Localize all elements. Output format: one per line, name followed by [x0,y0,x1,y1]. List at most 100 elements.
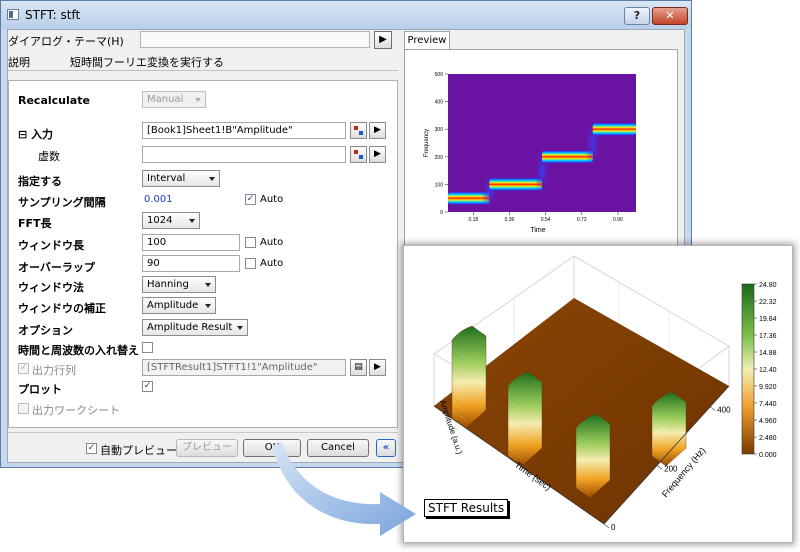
preview-xlabel: Time [530,227,545,234]
x-tick-label: 0.90 [613,217,623,223]
sampling-label: サンプリング間隔 [18,196,106,209]
option-select[interactable]: Amplitude Result [142,319,248,336]
help-button[interactable]: ? [624,7,650,25]
swap-checkbox[interactable] [142,342,153,353]
chevron-down-icon [209,177,215,181]
x-tick-label: 0.54 [541,217,551,223]
output-menu-arrow-icon[interactable]: ▶ [369,359,386,376]
x-tick-label: 0.36 [505,217,515,223]
theme-menu-button[interactable]: ▶ [374,31,392,49]
colorbar-tick-label: 7.440 [759,401,777,408]
colorbar-tick-label: 14.88 [759,350,777,357]
window-length-auto-checkbox[interactable] [245,237,256,248]
option-label: オプション [18,324,73,337]
colorbar-tick-label: 19.84 [759,316,777,323]
overlap-auto-checkbox[interactable] [245,258,256,269]
colorbar [741,283,755,455]
recalculate-value: Manual [147,94,184,105]
column-picker-icon[interactable] [350,122,367,139]
app-icon [7,9,19,20]
window-method-label: ウィンドウ法 [18,281,84,294]
preview-ylabel: Frequency [424,129,430,157]
frequency-tick-label: 400 [717,406,731,415]
window-length-field[interactable]: 100 [142,234,240,251]
recalculate-select: Manual [142,91,206,108]
colorbar-tick-label: 24.80 [759,282,777,289]
input-label-text: 入力 [31,128,54,141]
imag-field[interactable] [142,146,346,163]
input-menu-arrow-icon[interactable]: ▶ [369,122,386,139]
output-matrix-field: [STFTResult1]STFT1!1"Amplitude" [142,359,346,376]
sampling-auto-checkbox[interactable]: ✓ [245,194,256,205]
y-tick-label: 0 [440,210,443,216]
imag-label: 虚数 [38,150,60,163]
chevron-down-icon [237,326,243,330]
overlap-auto-label: Auto [260,258,284,269]
colorbar-tick-label: 4.960 [759,418,777,425]
output-matrix-label: 出力行列 [32,364,76,377]
tab-preview[interactable]: Preview [404,31,450,50]
colorbar-tick-label: 12.40 [759,367,777,374]
window-method-select[interactable]: Hanning [142,276,216,293]
option-value: Amplitude Result [147,322,233,333]
y-tick-label: 500 [435,72,444,78]
frequency-band [542,150,593,163]
input-field[interactable]: [Book1]Sheet1!B"Amplitude" [142,122,346,139]
specify-select[interactable]: Interval [142,170,220,187]
colorbar-tick-label: 2.480 [759,435,777,442]
result-title: STFT Results [424,499,509,517]
window-length-label: ウィンドウ長 [18,239,84,252]
fft-label: FFT長 [18,217,52,230]
amplitude-ridge [451,325,487,429]
specify-value: Interval [147,173,186,184]
frequency-tick-mark [656,465,663,470]
overlap-field[interactable]: 90 [142,255,240,272]
output-worksheet-label: 出力ワークシート [32,404,120,417]
description-divider [8,70,398,71]
fft-value: 1024 [147,215,173,226]
window-correction-value: Amplitude [147,300,199,311]
frequency-tick-label: 200 [664,464,678,473]
spectrogram-preview: 0 100 200 300 400 500 0.18 0.36 0.54 0.72 0.90 Tim… [424,72,636,234]
frequency-tick-mark [603,523,610,529]
y-tick-label: 300 [435,127,444,133]
window-method-value: Hanning [147,279,189,290]
colorbar-tick-label: 9.920 [759,384,777,391]
chevron-down-icon [205,304,211,308]
output-browse-icon[interactable]: ▤ [350,359,367,376]
stft-3d-surface-plot: 0200400 Amplitude (a.u.) Time (sec) Freq… [433,255,777,532]
overlap-label: オーバーラップ [18,261,95,274]
window-correction-select[interactable]: Amplitude [142,297,216,314]
frequency-band [489,178,542,191]
close-button[interactable]: ✕ [652,7,688,25]
window-length-auto-label: Auto [260,237,284,248]
transition-spread [481,172,498,211]
auto-preview-checkbox[interactable]: ✓ [86,443,97,454]
colorbar-tick-label: 17.36 [759,333,777,340]
sampling-value[interactable]: 0.001 [144,194,173,205]
output-worksheet-checkbox [18,403,29,414]
preview-button: プレビュー [176,439,238,457]
x-tick-label: 0.72 [577,217,587,223]
theme-input[interactable] [140,31,370,48]
imag-menu-arrow-icon[interactable]: ▶ [369,146,386,163]
auto-preview-label: 自動プレビュー [100,444,177,457]
arrow-right-icon [272,442,416,536]
chevron-down-icon [189,219,195,223]
fft-select[interactable]: 1024 [142,212,200,229]
y-tick-label: 400 [435,100,444,106]
chevron-down-icon [205,283,211,287]
swap-label: 時間と周波数の入れ替え [18,344,139,357]
window-title: STFT: stft [25,8,81,22]
description-text: 短時間フーリエ変換を実行する [70,56,224,69]
title-bar[interactable]: STFT: stft ? ✕ [1,1,691,29]
x-tick-label: 0.18 [468,217,478,223]
window-correction-label: ウィンドウの補正 [18,302,106,315]
input-label: ⊟ 入力 [18,126,53,142]
imag-picker-icon[interactable] [350,146,367,163]
frequency-tick-mark [710,406,716,411]
specify-label: 指定する [18,175,62,188]
tree-collapse-icon[interactable]: ⊟ [18,128,27,141]
plot-checkbox[interactable]: ✓ [142,381,153,392]
colorbar-tick-label: 22.32 [759,299,777,306]
